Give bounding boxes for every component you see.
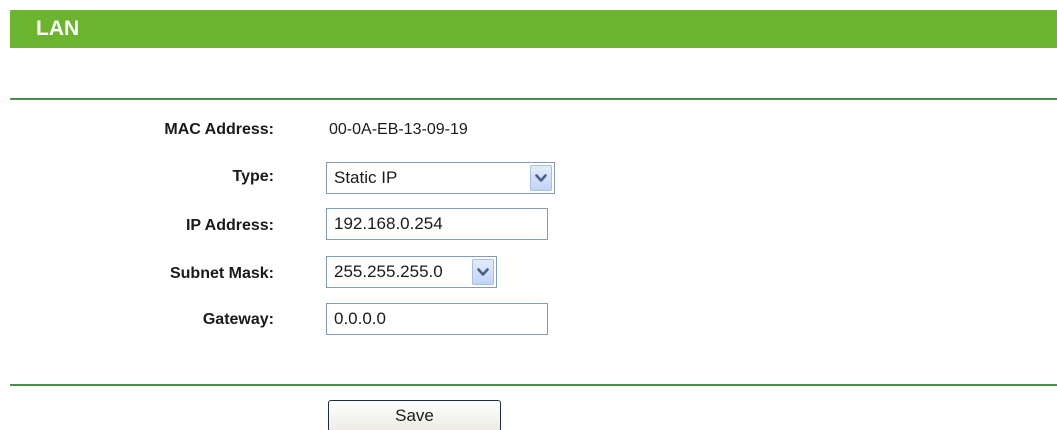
gateway-input[interactable] [326, 303, 548, 335]
page-title: LAN [36, 17, 80, 40]
subnet-mask-label: Subnet Mask: [169, 265, 274, 282]
title-bar: LAN [10, 10, 1057, 48]
save-button[interactable]: Save [328, 400, 501, 430]
type-dropdown-button[interactable] [530, 165, 552, 191]
divider-top [10, 98, 1057, 100]
type-select[interactable]: Static IP [326, 162, 555, 194]
subnet-mask-select[interactable]: 255.255.255.0 [326, 256, 497, 288]
ip-address-input[interactable] [326, 208, 548, 240]
divider-bottom [10, 384, 1057, 386]
subnet-mask-select-value: 255.255.255.0 [334, 262, 443, 281]
gateway-label: Gateway: [202, 311, 274, 328]
mac-address-value: 00-0A-EB-13-09-19 [329, 121, 468, 138]
type-label: Type: [232, 168, 274, 185]
chevron-down-icon [477, 268, 489, 276]
lan-settings-page: LAN MAC Address: 00-0A-EB-13-09-19 Type:… [0, 0, 1057, 430]
subnet-mask-dropdown-button[interactable] [472, 259, 494, 285]
ip-address-label: IP Address: [185, 217, 274, 234]
mac-address-label: MAC Address: [164, 121, 274, 138]
type-select-value: Static IP [334, 168, 398, 187]
chevron-down-icon [535, 174, 547, 182]
